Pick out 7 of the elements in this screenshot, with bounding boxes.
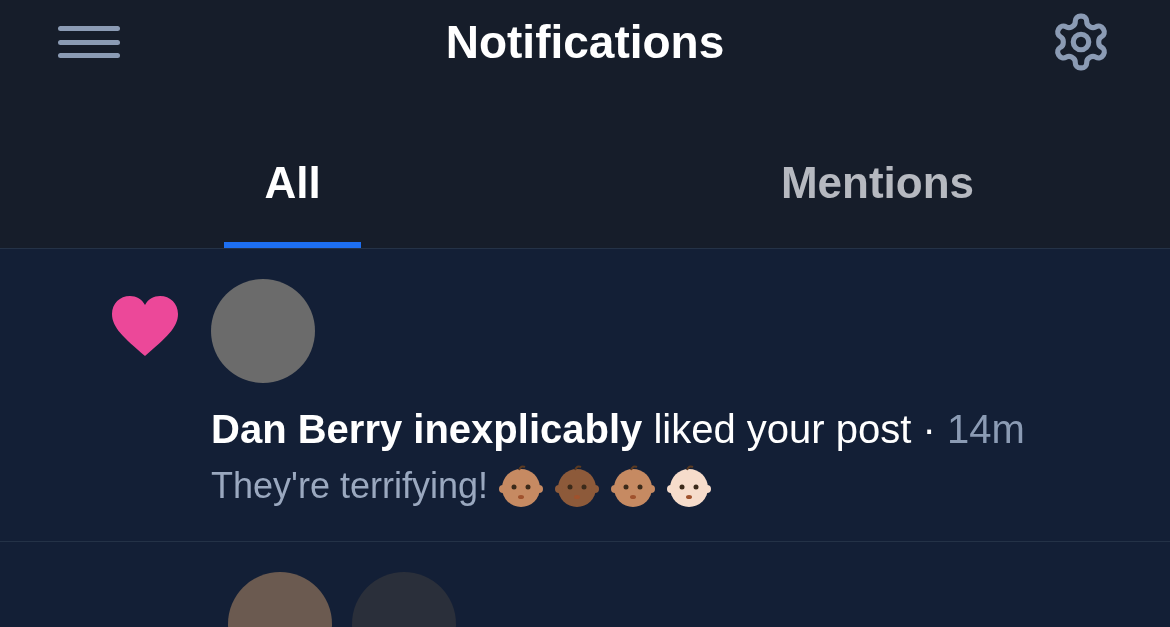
tab[interactable]: All	[224, 84, 361, 248]
notification-text: Dan Berry inexplicably liked your post · 14m	[211, 406, 1026, 453]
notification-item[interactable]: Dan Berry inexplicably liked your post · 14m They're terrifying!	[0, 249, 1170, 542]
post-preview: They're terrifying!	[211, 464, 488, 508]
tab[interactable]: Mentions	[740, 84, 1015, 248]
heart-icon	[109, 293, 181, 359]
page-title: Notifications	[445, 14, 725, 70]
